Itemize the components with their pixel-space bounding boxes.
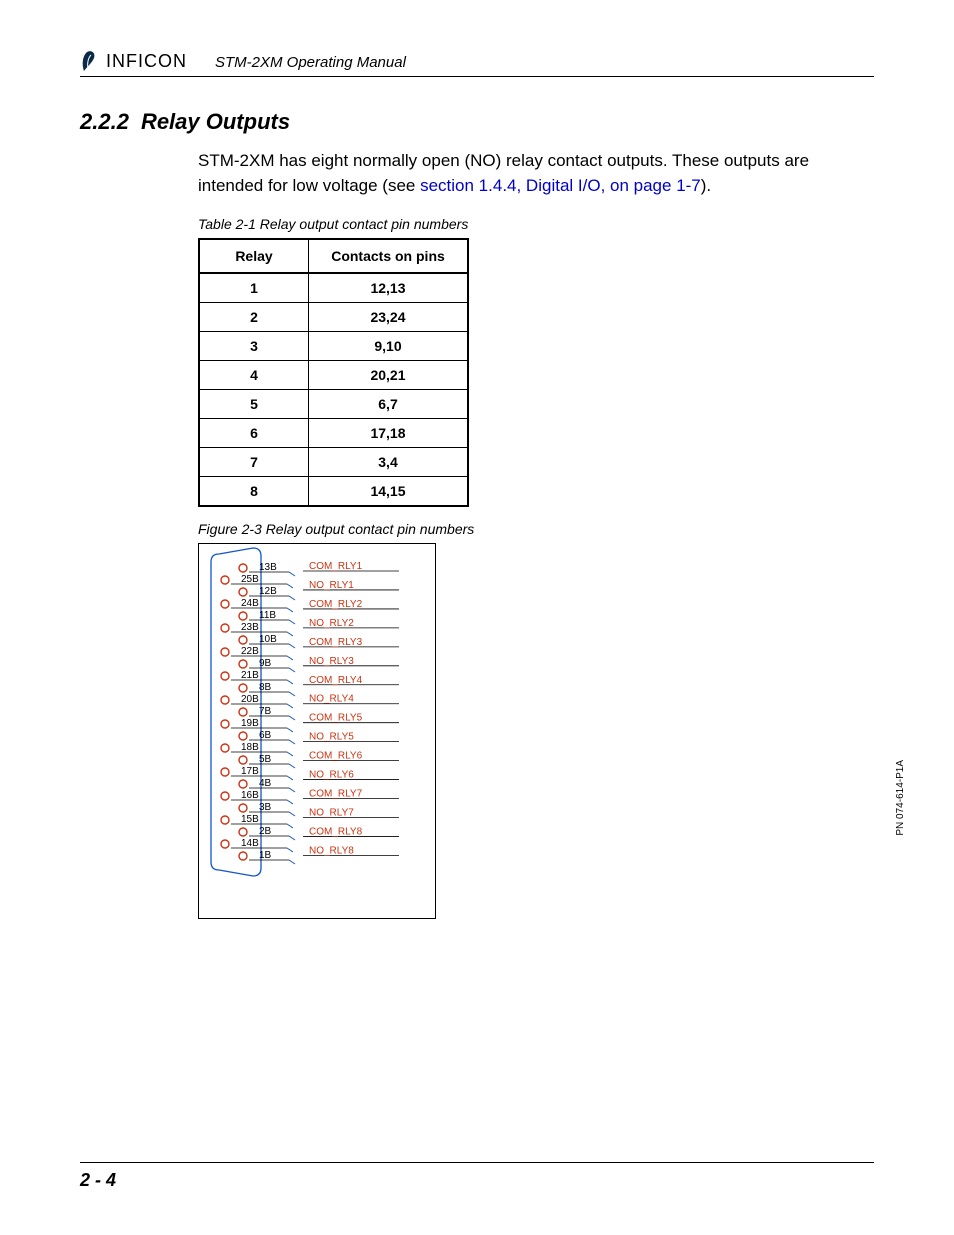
intro-paragraph: STM-2XM has eight normally open (NO) rel…: [198, 149, 838, 198]
signal-label: COM_RLY6: [309, 751, 363, 762]
pin-label: 2B: [259, 826, 272, 837]
connector-svg: 13B 12B 11B 10B 9B 8B 7B 6B 5B 4B 3B 2B 1B 25B 24B 23B 2…: [199, 544, 435, 918]
pin-label: 18B: [241, 742, 259, 753]
cell-relay: 4: [199, 361, 309, 390]
section-title: Relay Outputs: [141, 109, 290, 135]
cell-pins: 17,18: [309, 419, 469, 448]
cell-relay: 5: [199, 390, 309, 419]
cell-relay: 2: [199, 303, 309, 332]
cell-pins: 20,21: [309, 361, 469, 390]
pin-label: 6B: [259, 730, 272, 741]
pin-label: 19B: [241, 718, 259, 729]
cell-relay: 3: [199, 332, 309, 361]
pin-label: 12B: [259, 586, 277, 597]
pin-label: 16B: [241, 790, 259, 801]
col-header-pins: Contacts on pins: [309, 239, 469, 273]
pin-label: 22B: [241, 646, 259, 657]
section-heading: 2.2.2 Relay Outputs: [80, 109, 874, 135]
pin-label: 21B: [241, 670, 259, 681]
connector-diagram: 13B 12B 11B 10B 9B 8B 7B 6B 5B 4B 3B 2B 1B 25B 24B 23B 2…: [198, 543, 436, 919]
signal-label: COM_RLY3: [309, 637, 363, 648]
cell-relay: 7: [199, 448, 309, 477]
figure-caption: Figure 2-3 Relay output contact pin numb…: [198, 521, 874, 537]
signal-label: NO_RLY6: [309, 770, 354, 781]
table-row: 112,13: [199, 273, 468, 303]
section-number: 2.2.2: [80, 109, 129, 135]
signal-label: NO_RLY4: [309, 694, 354, 705]
table-row: 420,21: [199, 361, 468, 390]
table-row: 39,10: [199, 332, 468, 361]
logo-icon: [80, 50, 100, 72]
pin-label: 10B: [259, 634, 277, 645]
table-row: 56,7: [199, 390, 468, 419]
signal-label: COM_RLY5: [309, 713, 363, 724]
relay-pin-table: Relay Contacts on pins 112,13223,2439,10…: [198, 238, 469, 507]
pin-label: 13B: [259, 562, 277, 573]
logo-text: INFICON: [106, 51, 187, 72]
table-caption: Table 2-1 Relay output contact pin numbe…: [198, 216, 874, 232]
cell-relay: 1: [199, 273, 309, 303]
col-header-relay: Relay: [199, 239, 309, 273]
pin-label: 3B: [259, 802, 272, 813]
pin-label: 20B: [241, 694, 259, 705]
cell-pins: 9,10: [309, 332, 469, 361]
signal-label: NO_RLY8: [309, 846, 354, 857]
page-number: 2 - 4: [80, 1170, 116, 1191]
cell-pins: 3,4: [309, 448, 469, 477]
page-header: INFICON STM-2XM Operating Manual: [80, 50, 874, 77]
cell-relay: 6: [199, 419, 309, 448]
pin-label: 24B: [241, 598, 259, 609]
pin-label: 5B: [259, 754, 272, 765]
brand-logo: INFICON: [80, 50, 187, 72]
cell-relay: 8: [199, 477, 309, 507]
signal-label: NO_RLY1: [309, 580, 354, 591]
cell-pins: 6,7: [309, 390, 469, 419]
signal-label: NO_RLY7: [309, 808, 354, 819]
signal-label: COM_RLY7: [309, 789, 363, 800]
signal-label: COM_RLY1: [309, 561, 363, 572]
cell-pins: 12,13: [309, 273, 469, 303]
signal-label: COM_RLY8: [309, 827, 363, 838]
pin-label: 9B: [259, 658, 272, 669]
cross-ref-link[interactable]: section 1.4.4, Digital I/O, on page 1-7: [420, 176, 701, 195]
signal-label: NO_RLY5: [309, 732, 354, 743]
pin-label: 8B: [259, 682, 272, 693]
signal-label: NO_RLY2: [309, 618, 354, 629]
signal-label: COM_RLY2: [309, 599, 363, 610]
signal-label: NO_RLY3: [309, 656, 354, 667]
pin-label: 23B: [241, 622, 259, 633]
part-number: PN 074-614-P1A: [895, 760, 906, 836]
table-row: 223,24: [199, 303, 468, 332]
table-row: 814,15: [199, 477, 468, 507]
pin-label: 4B: [259, 778, 272, 789]
pin-label: 15B: [241, 814, 259, 825]
cell-pins: 23,24: [309, 303, 469, 332]
para-post: ).: [701, 176, 711, 195]
manual-title: STM-2XM Operating Manual: [215, 54, 406, 71]
table-row: 73,4: [199, 448, 468, 477]
pin-label: 14B: [241, 838, 259, 849]
pin-label: 25B: [241, 574, 259, 585]
signal-label: COM_RLY4: [309, 675, 363, 686]
table-row: 617,18: [199, 419, 468, 448]
pin-label: 7B: [259, 706, 272, 717]
pin-label: 11B: [259, 610, 276, 621]
pin-label: 17B: [241, 766, 259, 777]
footer-rule: [80, 1162, 874, 1163]
cell-pins: 14,15: [309, 477, 469, 507]
pin-label: 1B: [259, 850, 272, 861]
